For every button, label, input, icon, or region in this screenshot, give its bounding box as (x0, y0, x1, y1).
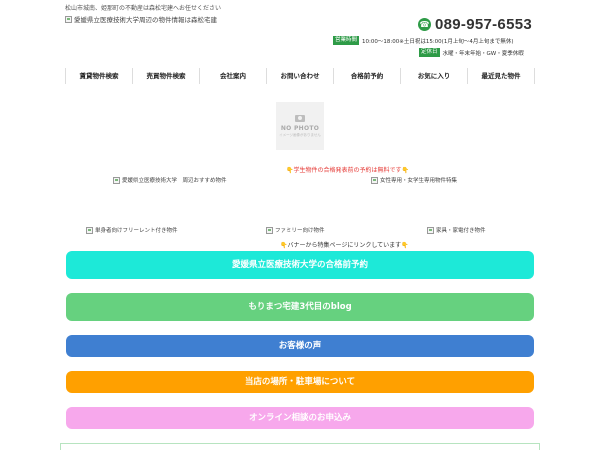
phone-number[interactable]: 089-957-6553 (435, 16, 532, 33)
banner-family[interactable]: ファミリー向け物件 (266, 226, 325, 234)
business-hours: 営業時間 10:00～18:00※土日祝は15:00(1月上旬～4月上旬まで無休… (333, 36, 513, 45)
pointing-hand-icon: 👇 (401, 242, 409, 249)
banner-female-alt: 女性専用・女学生専用物件特集 (380, 178, 458, 184)
banner-single-free-rent[interactable]: 単身者向けフリーレント付き物件 (86, 226, 178, 234)
nav-favorites[interactable]: お気に入り (401, 68, 468, 84)
banner-furniture-alt: 家具・家電付き物件 (436, 228, 486, 234)
content-box (60, 443, 540, 450)
banner-link-notice-text: バナーから特集ページにリンクしています (287, 242, 402, 249)
phone-contact[interactable]: ☎ 089-957-6553 (417, 16, 532, 33)
global-nav: 賃貸物件検索 売買物件検索 会社案内 お問い合わせ 合格前予約 お気に入り 最近… (65, 68, 535, 84)
banner-furniture[interactable]: 家具・家電付き物件 (427, 226, 486, 234)
banner-female[interactable]: 女性専用・女学生専用物件特集 (371, 176, 457, 184)
broken-image-icon (113, 176, 120, 184)
no-photo-subtitle: イメージ画像がありません (279, 132, 321, 137)
nav-company[interactable]: 会社案内 (200, 68, 267, 84)
customer-voice-button[interactable]: お客様の声 (66, 335, 534, 357)
no-photo-placeholder: NO PHOTO イメージ画像がありません (276, 102, 324, 150)
banner-recommended-alt: 愛媛県立医療技術大学 周辺おすすめ物件 (122, 178, 227, 184)
pre-reservation-button[interactable]: 愛媛県立医療技術大学の合格前予約 (66, 251, 534, 279)
logo-alt-text: 愛媛県立医療技術大学周辺の物件情報は森松宅建 (74, 16, 217, 24)
holiday-label: 定休日 (419, 48, 440, 57)
broken-image-icon (371, 176, 378, 184)
hours-text: 10:00～18:00※土日祝は15:00(1月上旬～4月上旬まで無休) (362, 38, 514, 45)
nav-recently-viewed[interactable]: 最近見た物件 (468, 68, 535, 84)
location-parking-button[interactable]: 当店の場所・駐車場について (66, 371, 534, 393)
student-notice: 👇学生物件の合格発表前の予約は無料です👇 (286, 165, 409, 174)
nav-sale-search[interactable]: 売買物件検索 (133, 68, 200, 84)
nav-contact[interactable]: お問い合わせ (267, 68, 334, 84)
regular-holiday: 定休日 水曜・年末年始・GW・夏季休暇 (419, 48, 524, 57)
blog-button[interactable]: もりまつ宅建3代目のblog (66, 293, 534, 321)
banner-family-alt: ファミリー向け物件 (275, 228, 325, 234)
camera-icon (295, 114, 305, 122)
nav-rental-search[interactable]: 賃貸物件検索 (65, 68, 133, 84)
banner-single-alt: 単身者向けフリーレント付き物件 (95, 228, 178, 234)
banner-recommended[interactable]: 愛媛県立医療技術大学 周辺おすすめ物件 (113, 176, 227, 184)
hours-label: 営業時間 (333, 36, 360, 45)
broken-image-icon (427, 226, 434, 234)
pointing-hand-icon: 👇 (401, 167, 409, 174)
student-notice-text: 学生物件の合格発表前の予約は無料です (293, 167, 402, 174)
phone-icon: ☎ (417, 18, 431, 31)
broken-image-icon (266, 226, 273, 234)
site-tagline: 松山市城南、姫那町の不動産は森松宅建へお任せください (65, 5, 222, 12)
online-consultation-button[interactable]: オンライン相談のお申込み (66, 407, 534, 429)
no-photo-title: NO PHOTO (280, 124, 320, 132)
broken-image-icon (86, 226, 93, 234)
broken-image-icon (65, 15, 72, 23)
banner-link-notice: 👇バナーから特集ページにリンクしています👇 (280, 240, 409, 249)
holiday-text: 水曜・年末年始・GW・夏季休暇 (442, 50, 524, 57)
nav-pre-reservation[interactable]: 合格前予約 (334, 68, 401, 84)
site-logo[interactable]: 愛媛県立医療技術大学周辺の物件情報は森松宅建 (65, 14, 217, 24)
